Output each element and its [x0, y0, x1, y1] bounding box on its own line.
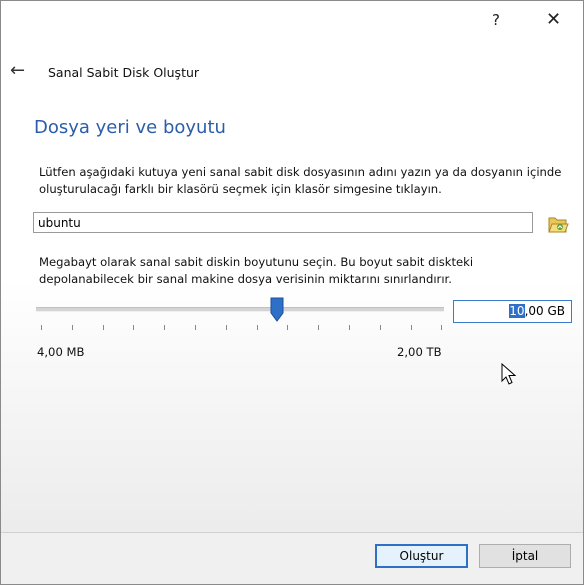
size-rest-text: ,00 GB — [524, 304, 565, 318]
dialog-window: ? ✕ ← Sanal Sabit Disk Oluştur Dosya yer… — [0, 0, 584, 585]
slider-tick — [71, 325, 73, 330]
slider-tick — [195, 325, 196, 330]
slider-tick — [133, 325, 135, 330]
slider-handle-icon[interactable] — [270, 297, 284, 322]
slider-tick — [164, 325, 166, 330]
size-slider-track[interactable] — [36, 307, 444, 312]
slider-tick — [379, 325, 381, 330]
mouse-pointer-icon — [501, 362, 517, 387]
page-heading: Dosya yeri ve boyutu — [34, 117, 226, 138]
slider-max-label: 2,00 TB — [397, 345, 442, 359]
size-input[interactable]: 10,00 GB — [453, 300, 572, 323]
slider-tick — [256, 325, 258, 330]
slider-tick — [410, 325, 412, 330]
cancel-button[interactable]: İptal — [479, 544, 571, 568]
slider-tick — [225, 325, 227, 330]
help-button[interactable]: ? — [492, 11, 500, 29]
close-button[interactable]: ✕ — [546, 9, 561, 30]
slider-tick — [318, 325, 320, 330]
slider-tick — [41, 325, 42, 330]
slider-tick — [287, 325, 289, 330]
create-button[interactable]: Oluştur — [375, 544, 468, 568]
location-description: Lütfen aşağıdaki kutuya yeni sanal sabit… — [39, 165, 562, 196]
wizard-title: Sanal Sabit Disk Oluştur — [48, 65, 200, 80]
size-selected-text: 10 — [509, 304, 525, 318]
slider-min-label: 4,00 MB — [37, 345, 85, 359]
slider-tick — [349, 325, 350, 330]
slider-tick — [441, 325, 443, 330]
size-description: Megabayt olarak sanal sabit diskin boyut… — [39, 255, 474, 286]
slider-tick — [102, 325, 104, 330]
file-name-input[interactable] — [33, 212, 533, 233]
back-arrow-icon[interactable]: ← — [10, 60, 25, 81]
folder-open-icon[interactable] — [547, 213, 569, 235]
slider-ticks — [1, 325, 583, 333]
